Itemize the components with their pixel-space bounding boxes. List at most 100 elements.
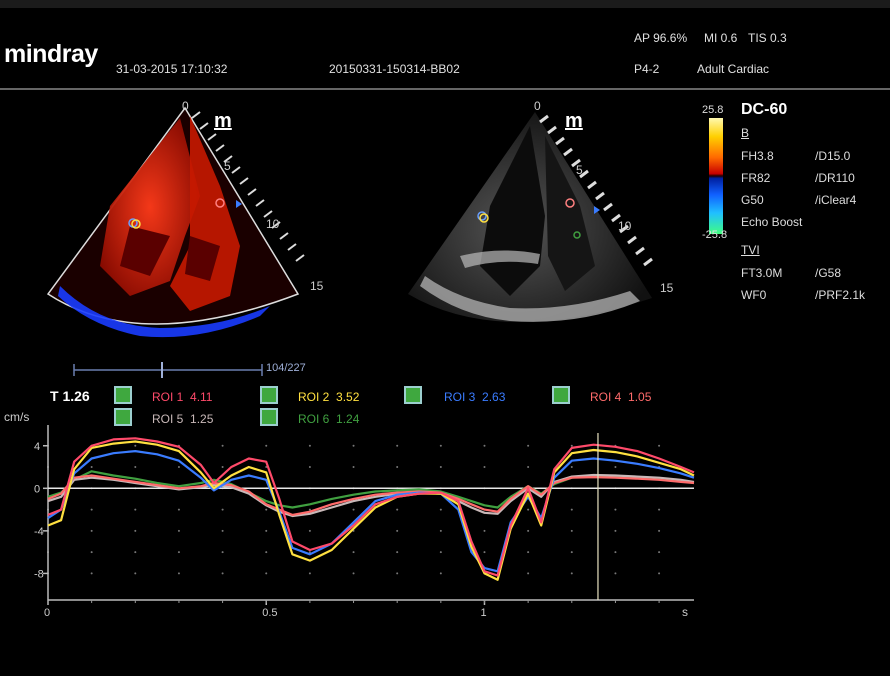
grid-dot (527, 466, 530, 469)
grid-dot (396, 529, 399, 532)
roi-4-legend: ROI 4 1.05 (590, 390, 651, 404)
y-tick-label: 0 (34, 483, 40, 495)
grid-dot (177, 529, 180, 532)
left-depth-5: 5 (224, 159, 231, 173)
grid-dot (614, 508, 617, 511)
grid-dot (177, 508, 180, 511)
window-top-strip (0, 0, 890, 8)
right-depth-10: 10 (618, 219, 632, 233)
param-title: DC-60 (741, 101, 788, 118)
grid-dot (614, 551, 617, 554)
cine-frame-counter: 104/227 (266, 362, 306, 374)
grid-dot (570, 551, 573, 554)
roi-2-label: ROI 2 (298, 390, 330, 404)
x-tick-label: 1 (480, 607, 486, 619)
roi-4-toggle[interactable] (552, 386, 570, 404)
grid-dot (265, 508, 268, 511)
param-iclear: /iClear4 (815, 193, 857, 207)
grid-dot (352, 444, 355, 447)
right-depth-5: 5 (576, 163, 583, 177)
roi-4-label: ROI 4 (590, 390, 622, 404)
ultrasound-images[interactable]: 0 5 10 15 0 5 10 15 (40, 96, 690, 356)
grid-dot (90, 508, 93, 511)
tvi-velocity-chart[interactable]: 4 0 -4 -8 0 0.5 1 cm/s s (0, 405, 720, 635)
grid-dot (483, 466, 486, 469)
grid-dot (614, 466, 617, 469)
brand-logo: mindray (4, 40, 98, 68)
grid-dot (439, 444, 442, 447)
roi-2-value: 3.52 (336, 390, 360, 404)
grid-dot (396, 551, 399, 554)
grid-dot (527, 551, 530, 554)
grid-dot (483, 529, 486, 532)
tvi-sector-image[interactable] (46, 106, 300, 338)
param-d: /D15.0 (815, 149, 851, 163)
right-depth-0: 0 (534, 99, 541, 113)
grid-dot (90, 466, 93, 469)
cursor-time-label: T 1.26 (50, 388, 90, 404)
right-orientation-marker: m (565, 110, 583, 132)
left-depth-0: 0 (182, 99, 189, 113)
grid-dot (352, 572, 355, 575)
grid-dot (439, 572, 442, 575)
grid-dot (308, 444, 311, 447)
y-tick-label: -8 (34, 568, 44, 580)
roi-3-toggle[interactable] (404, 386, 422, 404)
left-depth-10: 10 (266, 217, 280, 231)
grid-dot (134, 529, 137, 532)
grid-dot (439, 551, 442, 554)
probe-name: P4-2 (634, 62, 660, 76)
grid-dot (90, 572, 93, 575)
tvi-section-label: TVI (741, 243, 760, 257)
grid-dot (90, 551, 93, 554)
grid-dot (352, 508, 355, 511)
grid-dot (221, 529, 224, 532)
roi-2-toggle[interactable] (260, 386, 278, 404)
y-axis-label: cm/s (4, 410, 29, 424)
roi-1-value: 4.11 (190, 390, 213, 404)
param-wf: WF0 (741, 288, 767, 302)
param-fr: FR82 (741, 171, 771, 185)
grid-dot (614, 572, 617, 575)
grid-dot (177, 551, 180, 554)
grid-dot (134, 466, 137, 469)
grid-dot (134, 551, 137, 554)
grid-dot (658, 529, 661, 532)
exam-preset: Adult Cardiac (697, 62, 770, 76)
grid-dot (265, 572, 268, 575)
grid-dot (570, 572, 573, 575)
param-dr: /DR110 (815, 171, 855, 185)
grid-dot (221, 444, 224, 447)
grid-dot (308, 466, 311, 469)
cine-scroll-bar[interactable] (60, 360, 270, 380)
grid-dot (396, 508, 399, 511)
param-echo-boost: Echo Boost (741, 215, 803, 229)
x-tick-label: 0 (44, 607, 50, 619)
grid-dot (134, 444, 137, 447)
y-tick-label: 4 (34, 441, 40, 453)
roi-2-legend: ROI 2 3.52 (298, 390, 359, 404)
grid-dot (177, 572, 180, 575)
param-g: G50 (741, 193, 764, 207)
left-depth-15: 15 (310, 279, 324, 293)
grid-dot (658, 572, 661, 575)
roi-1-toggle[interactable] (114, 386, 132, 404)
acoustic-power: AP 96.6% (634, 31, 688, 45)
header-divider (0, 88, 890, 90)
left-orientation-marker: m (214, 110, 232, 132)
grid-dot (221, 466, 224, 469)
grid-dot (483, 444, 486, 447)
grid-dot (570, 508, 573, 511)
param-prf: /PRF2.1k (815, 288, 866, 302)
grid-dot (177, 466, 180, 469)
grid-dot (570, 466, 573, 469)
x-axis-label: s (682, 605, 688, 619)
grid-dot (265, 444, 268, 447)
series-line-roi-2 (47, 440, 695, 581)
mechanical-index: MI 0.6 (704, 31, 738, 45)
roi-1-label: ROI 1 (152, 390, 184, 404)
grid-dot (221, 551, 224, 554)
roi-3-value: 2.63 (482, 390, 506, 404)
grid-dot (658, 444, 661, 447)
grid-dot (658, 508, 661, 511)
